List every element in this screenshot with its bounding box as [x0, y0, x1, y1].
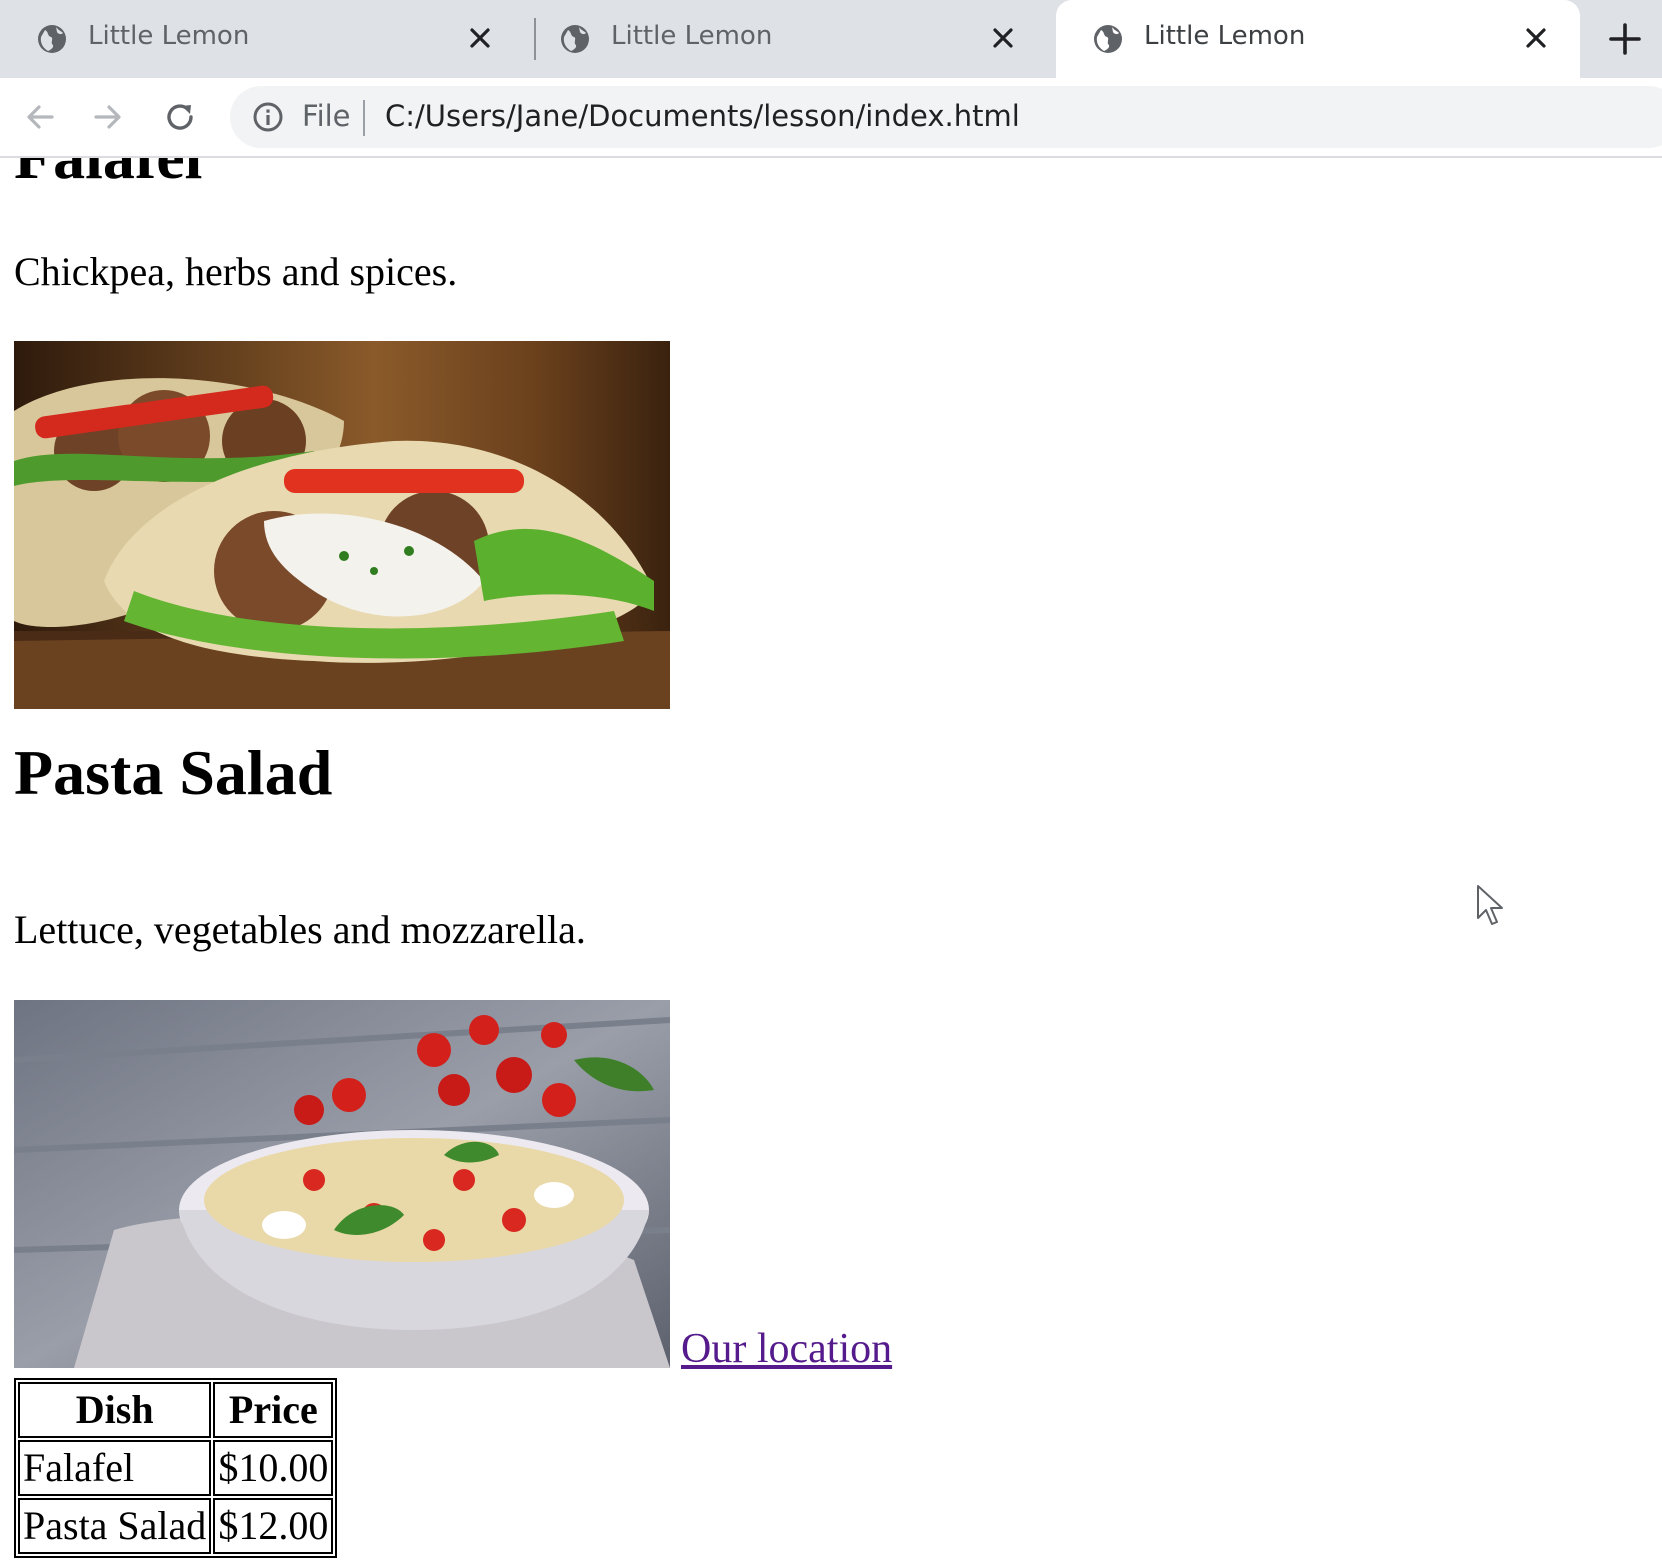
table-cell-price: $10.00 [213, 1440, 334, 1496]
omnibox-divider [363, 100, 365, 136]
site-security-label: File [302, 99, 351, 133]
browser-tab-active[interactable]: Little Lemon [1056, 0, 1580, 78]
table-row: Falafel $10.00 [18, 1440, 334, 1496]
address-bar[interactable]: File C:/Users/Jane/Documents/lesson/inde… [230, 86, 1662, 148]
table-header-dish: Dish [18, 1382, 212, 1438]
globe-icon [1094, 25, 1122, 53]
table-header-row: Dish Price [18, 1382, 334, 1438]
pasta-heading: Pasta Salad [14, 737, 333, 808]
menu-table: Dish Price Falafel $10.00 Pasta Salad $1… [14, 1378, 338, 1558]
tab-title: Little Lemon [1144, 21, 1306, 51]
table-cell-dish: Falafel [18, 1440, 212, 1496]
url-text[interactable]: C:/Users/Jane/Documents/lesson/index.htm… [385, 99, 1020, 133]
falafel-heading: Falafel [14, 158, 202, 194]
browser-toolbar: File C:/Users/Jane/Documents/lesson/inde… [0, 78, 1662, 158]
tab-title: Little Lemon [88, 21, 250, 51]
falafel-image [14, 341, 670, 709]
mouse-pointer-icon [1477, 885, 1503, 925]
arrow-left-icon[interactable] [20, 97, 60, 137]
table-cell-price: $12.00 [213, 1498, 334, 1554]
falafel-description: Chickpea, herbs and spices. [14, 249, 458, 294]
tab-strip: Little Lemon Little Lemon Little Lemon [0, 0, 1662, 78]
reload-icon[interactable] [160, 97, 200, 137]
table-cell-dish: Pasta Salad [18, 1498, 212, 1554]
plus-icon[interactable] [1606, 20, 1644, 58]
close-tab-icon[interactable] [464, 22, 496, 54]
globe-icon [38, 25, 66, 53]
browser-tab[interactable]: Little Lemon [523, 0, 1047, 78]
pasta-description: Lettuce, vegetables and mozzarella. [14, 907, 586, 952]
close-tab-icon[interactable] [987, 22, 1019, 54]
globe-icon [561, 25, 589, 53]
arrow-right-icon[interactable] [88, 97, 128, 137]
info-icon[interactable] [252, 101, 284, 133]
page-viewport: Falafel Chickpea, herbs and spices. [0, 158, 1662, 1562]
close-tab-icon[interactable] [1520, 22, 1552, 54]
table-header-price: Price [213, 1382, 334, 1438]
table-row: Pasta Salad $12.00 [18, 1498, 334, 1554]
tab-title: Little Lemon [611, 21, 773, 51]
browser-tab[interactable]: Little Lemon [0, 0, 524, 78]
pasta-salad-image [14, 1000, 670, 1368]
our-location-link[interactable]: Our location [681, 1325, 892, 1373]
